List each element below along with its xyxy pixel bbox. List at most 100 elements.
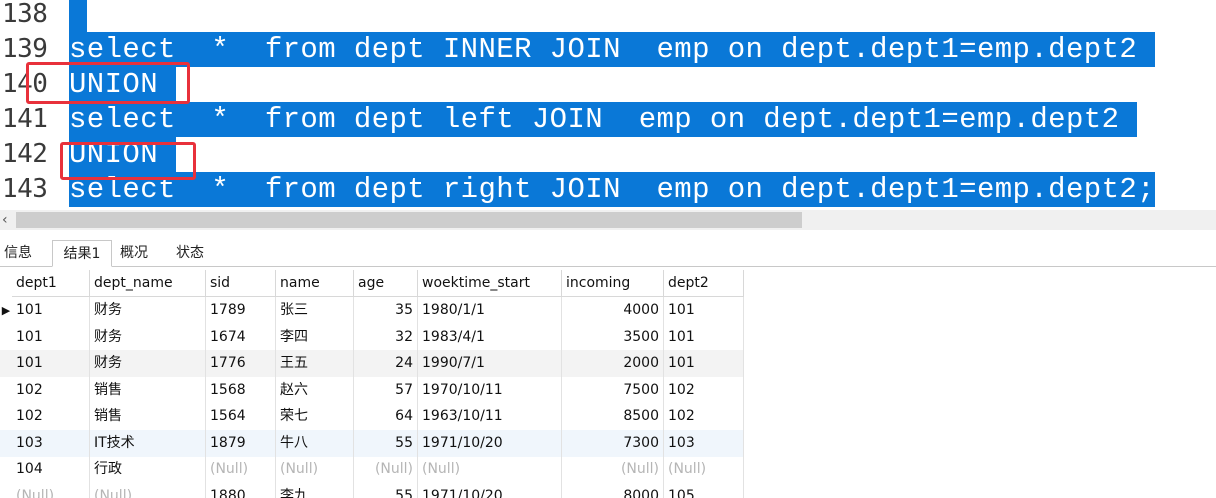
column-header-dept2[interactable]: dept2 — [664, 270, 744, 297]
cell-name[interactable]: 王五 — [276, 350, 354, 377]
cell-dept-name[interactable]: 行政 — [90, 456, 206, 483]
column-header-sid[interactable]: sid — [206, 270, 276, 297]
table-row[interactable]: 102 销售 1564 荣七 64 1963/10/11 8500 102 — [0, 403, 744, 430]
cell-name[interactable]: (Null) — [276, 456, 354, 483]
table-row[interactable]: 101 财务 1776 王五 24 1990/7/1 2000 101 — [0, 350, 744, 377]
table-row[interactable]: ▶ 101 财务 1789 张三 35 1980/1/1 4000 101 — [0, 297, 744, 324]
code-text[interactable]: select * from dept left JOIN emp on dept… — [69, 102, 1138, 137]
column-header-worktime-start[interactable]: woektime_start — [418, 270, 562, 297]
cell-dept1[interactable]: 103 — [12, 429, 90, 457]
cell-worktime-start[interactable]: 1971/10/20 — [418, 429, 562, 457]
cell-incoming[interactable]: 8500 — [562, 403, 664, 430]
cell-age[interactable]: 35 — [354, 297, 418, 324]
cell-dept2[interactable]: 102 — [664, 376, 744, 404]
annotation-box-union-1 — [26, 62, 190, 104]
cell-dept2[interactable]: 102 — [664, 403, 744, 430]
cell-worktime-start[interactable]: 1980/1/1 — [418, 297, 562, 324]
cell-dept-name[interactable]: (Null) — [90, 482, 206, 498]
tab-status[interactable]: 状态 — [170, 240, 210, 266]
cell-dept-name[interactable]: 财务 — [90, 297, 206, 324]
cell-name[interactable]: 荣七 — [276, 403, 354, 430]
cell-age[interactable]: 32 — [354, 323, 418, 351]
cell-worktime-start[interactable]: 1971/10/20 — [418, 482, 562, 498]
cell-incoming[interactable]: 4000 — [562, 297, 664, 324]
horizontal-scrollbar[interactable]: ‹ — [0, 210, 1216, 230]
cell-age[interactable]: 55 — [354, 429, 418, 457]
table-row[interactable]: (Null) (Null) 1880 李九 55 1971/10/20 8000 105 — [0, 482, 744, 498]
code-text[interactable]: select * from dept INNER JOIN emp on dep… — [69, 32, 1155, 67]
table-row[interactable]: 102 销售 1568 赵六 57 1970/10/11 7500 102 — [0, 376, 744, 404]
cell-dept2[interactable]: 101 — [664, 297, 744, 324]
column-header-dept-name[interactable]: dept_name — [90, 270, 206, 297]
cell-worktime-start[interactable]: 1963/10/11 — [418, 403, 562, 430]
cell-dept-name[interactable]: 销售 — [90, 376, 206, 404]
code-text[interactable]: select * from dept right JOIN emp on dep… — [69, 172, 1155, 207]
tab-result-1[interactable]: 结果1 — [52, 240, 112, 267]
sql-editor[interactable]: 138 139 select * from dept INNER JOIN em… — [0, 0, 1216, 210]
cell-sid[interactable]: 1674 — [206, 323, 276, 351]
cell-dept2[interactable]: 101 — [664, 323, 744, 351]
cell-age[interactable]: 64 — [354, 403, 418, 430]
table-row[interactable]: 103 IT技术 1879 牛八 55 1971/10/20 7300 103 — [0, 429, 744, 457]
cell-dept2[interactable]: 101 — [664, 350, 744, 377]
tab-info[interactable]: 信息 — [0, 240, 36, 266]
cell-sid[interactable]: (Null) — [206, 456, 276, 483]
cell-worktime-start[interactable]: 1990/7/1 — [418, 350, 562, 377]
cell-dept2[interactable]: 103 — [664, 429, 744, 457]
chevron-left-icon[interactable]: ‹ — [2, 211, 8, 229]
cell-dept-name[interactable]: 财务 — [90, 323, 206, 351]
cell-dept1[interactable]: 104 — [12, 456, 90, 483]
cell-dept1[interactable]: 101 — [12, 350, 90, 377]
cell-incoming[interactable]: 3500 — [562, 323, 664, 351]
column-header-age[interactable]: age — [354, 270, 418, 297]
cell-name[interactable]: 牛八 — [276, 429, 354, 457]
cell-incoming[interactable]: 2000 — [562, 350, 664, 377]
cell-name[interactable]: 赵六 — [276, 376, 354, 404]
cell-name[interactable]: 张三 — [276, 297, 354, 324]
cell-incoming[interactable]: (Null) — [562, 456, 664, 483]
cell-incoming[interactable]: 7300 — [562, 429, 664, 457]
annotation-box-union-2 — [60, 142, 196, 180]
table-row[interactable]: 104 行政 (Null) (Null) (Null) (Null) (Null) (Null… — [0, 456, 744, 483]
cell-dept-name[interactable]: IT技术 — [90, 429, 206, 457]
cell-dept2[interactable]: 105 — [664, 482, 744, 498]
cell-age[interactable]: (Null) — [354, 456, 418, 483]
line-number: 138 — [2, 0, 48, 29]
cell-worktime-start[interactable]: 1970/10/11 — [418, 376, 562, 404]
cell-sid[interactable]: 1776 — [206, 350, 276, 377]
code-line-141[interactable]: 141 select * from dept left JOIN emp on … — [0, 102, 1216, 137]
cell-dept1[interactable]: 101 — [12, 323, 90, 351]
column-header-incoming[interactable]: incoming — [562, 270, 664, 297]
cell-incoming[interactable]: 8000 — [562, 482, 664, 498]
cell-sid[interactable]: 1789 — [206, 297, 276, 324]
result-grid[interactable]: dept1 dept_name sid name age woektime_st… — [0, 270, 1216, 498]
cell-dept1[interactable]: 102 — [12, 403, 90, 430]
cell-dept2[interactable]: (Null) — [664, 456, 744, 483]
cell-sid[interactable]: 1880 — [206, 482, 276, 498]
cell-dept1[interactable]: 101 — [12, 297, 90, 324]
cell-incoming[interactable]: 7500 — [562, 376, 664, 404]
cell-dept-name[interactable]: 财务 — [90, 350, 206, 377]
cell-dept1[interactable]: (Null) — [12, 482, 90, 498]
cell-sid[interactable]: 1564 — [206, 403, 276, 430]
cell-age[interactable]: 24 — [354, 350, 418, 377]
cell-dept-name[interactable]: 销售 — [90, 403, 206, 430]
table-row[interactable]: 101 财务 1674 李四 32 1983/4/1 3500 101 — [0, 323, 744, 351]
cell-sid[interactable]: 1879 — [206, 429, 276, 457]
cell-name[interactable]: 李九 — [276, 482, 354, 498]
column-header-dept1[interactable]: dept1 — [12, 270, 90, 297]
current-row-indicator-icon: ▶ — [1, 304, 11, 317]
cell-worktime-start[interactable]: (Null) — [418, 456, 562, 483]
cell-age[interactable]: 57 — [354, 376, 418, 404]
scrollbar-thumb[interactable] — [16, 212, 802, 228]
cell-sid[interactable]: 1568 — [206, 376, 276, 404]
grid-header-row: dept1 dept_name sid name age woektime_st… — [0, 270, 744, 297]
cell-worktime-start[interactable]: 1983/4/1 — [418, 323, 562, 351]
cell-name[interactable]: 李四 — [276, 323, 354, 351]
cell-dept1[interactable]: 102 — [12, 376, 90, 404]
cell-age[interactable]: 55 — [354, 482, 418, 498]
code-line-138[interactable]: 138 — [0, 0, 1216, 32]
column-header-name[interactable]: name — [276, 270, 354, 297]
code-text[interactable] — [69, 0, 87, 32]
tab-profile[interactable]: 概况 — [114, 240, 154, 266]
